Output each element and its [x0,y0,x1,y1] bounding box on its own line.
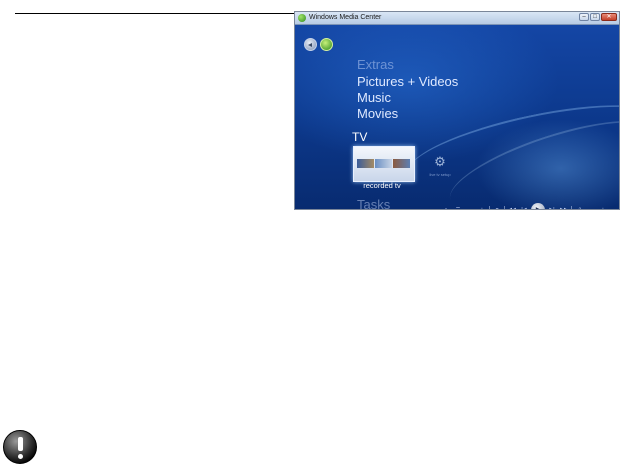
back-arrow-icon[interactable] [304,38,317,51]
volume-up-button[interactable]: + [598,205,608,209]
channel-down-button[interactable]: − [465,205,475,209]
transport-divider [571,205,572,209]
menu-item-movies[interactable]: Movies [357,107,398,121]
gear-icon[interactable]: ⚙ [433,155,447,169]
warning-bar [18,437,23,451]
exclamation-warning-icon [3,430,37,464]
mute-button[interactable]: ◂) [574,205,584,209]
stop-button[interactable]: ■ [492,205,502,209]
menu-item-tasks[interactable]: Tasks [357,198,390,210]
media-center-window: Windows Media Center – □ ✕ Extras Pictur… [294,11,620,210]
window-controls: – □ ✕ [579,13,617,21]
record-button[interactable]: ● [441,205,451,209]
rewind-button[interactable]: ◀◀ [507,205,517,209]
live-tv-setup-label[interactable]: live tv setup [422,172,458,177]
menu-item-music[interactable]: Music [357,91,391,105]
warning-dot [18,454,23,459]
close-button[interactable]: ✕ [601,13,617,21]
recording-thumbnail [393,159,410,168]
skip-back-button[interactable]: |◀ [519,205,529,209]
minimize-button[interactable]: – [579,13,589,21]
guide-button[interactable]: ☰ [453,205,463,209]
window-title: Windows Media Center [309,14,382,21]
menu-item-pictures-videos[interactable]: Pictures + Videos [357,75,458,89]
transport-controls: ● ☰ − + ■ ◀◀ |◀ ▶ ▶| ▶▶ ◂) − + [441,203,610,209]
recorded-tv-tile[interactable] [353,146,415,182]
transport-divider [504,205,505,209]
maximize-button[interactable]: □ [590,13,600,21]
channel-up-button[interactable]: + [477,205,487,209]
fast-forward-button[interactable]: ▶▶ [559,205,569,209]
recorded-tv-caption: recorded tv [363,181,401,190]
recording-thumbnail [357,159,374,168]
windows-start-orb-icon[interactable] [320,38,333,51]
transport-divider [489,205,490,209]
menu-item-tv[interactable]: TV [352,130,367,144]
header-rule [15,13,332,14]
skip-forward-button[interactable]: ▶| [547,205,557,209]
volume-down-button[interactable]: − [586,205,596,209]
title-bar[interactable]: Windows Media Center – □ ✕ [295,12,619,25]
play-button[interactable]: ▶ [531,203,545,209]
recording-thumbnail [375,159,392,168]
menu-item-extras[interactable]: Extras [357,58,394,72]
media-center-canvas: Extras Pictures + Videos Music Movies TV… [295,25,619,209]
media-center-logo-icon [298,14,306,22]
